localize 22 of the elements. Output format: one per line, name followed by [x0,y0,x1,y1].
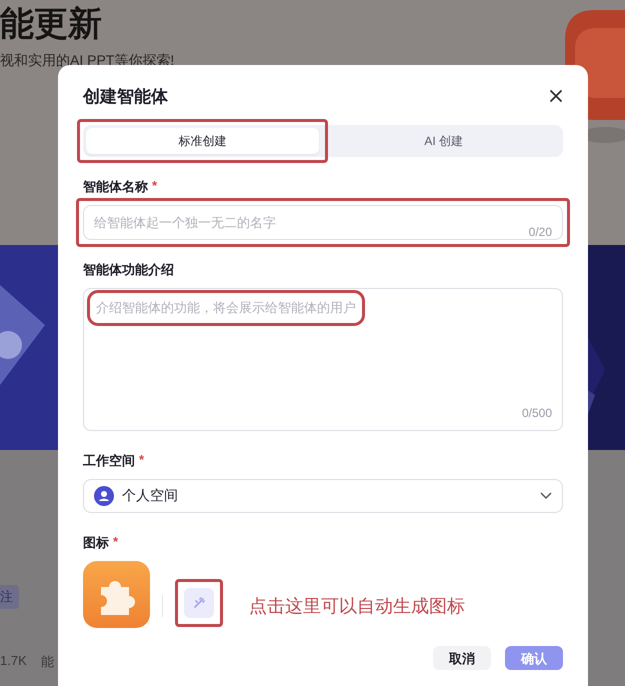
tab[interactable]: AI 创建 [328,128,560,154]
close-icon[interactable] [549,89,563,103]
workspace-select[interactable]: 个人空间 [83,479,563,513]
cancel-button[interactable]: 取消 [433,646,491,670]
required-mark: * [152,178,158,195]
required-mark: * [139,452,144,469]
required-mark: * [113,534,118,551]
count-text: 1.7K [0,653,27,670]
generate-icon-button[interactable] [184,588,214,618]
magic-wand-icon [193,596,205,608]
field-label: 智能体名称 [83,178,148,196]
user-icon [94,486,114,506]
chevron-down-icon [540,492,552,500]
field-label: 智能体功能介绍 [83,261,174,279]
page-title: 能更新 [0,4,103,45]
dialog-title: 创建智能体 [83,86,168,108]
puzzle-icon[interactable] [83,561,150,628]
tab[interactable]: 标准创建 [86,128,318,154]
annotation-text: 点击这里可以自动生成图标 [249,594,465,618]
field-label: 图标 [83,534,109,552]
field-label: 工作空间 [83,452,135,470]
item-text: 能 [40,653,54,671]
